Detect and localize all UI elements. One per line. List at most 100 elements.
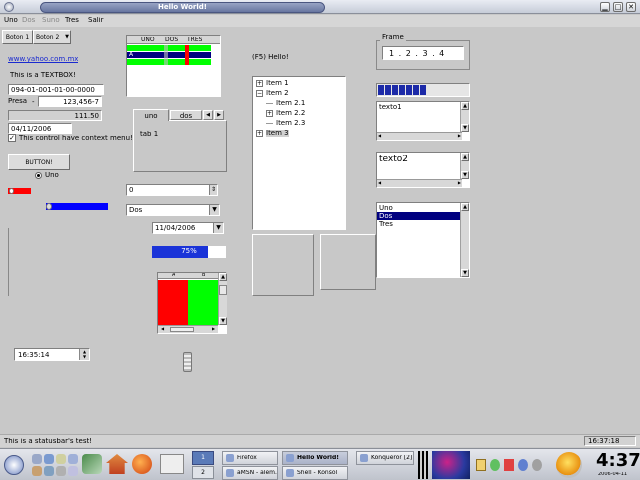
weather-icon[interactable] [556, 452, 582, 478]
tab-dos[interactable]: dos [170, 110, 202, 120]
document-icon[interactable] [160, 454, 184, 474]
minimize-button[interactable]: ▁ [600, 2, 610, 12]
masked-input[interactable]: 094-01-001-01-00-0000 [8, 84, 104, 95]
frame-value-field[interactable]: 1 . 2 . 3 . 4 [382, 46, 464, 60]
text1-vscroll[interactable]: ▲ ▼ [460, 102, 469, 132]
desktop-icon[interactable] [32, 454, 42, 464]
color-grid-header-b[interactable]: B [202, 273, 205, 278]
red-slider[interactable] [8, 188, 31, 194]
chevron-down-icon[interactable]: ▼ [209, 205, 219, 215]
time-spinner[interactable]: 16:35:14 ▲ ▼ [14, 348, 90, 361]
volume-icon[interactable] [518, 459, 528, 471]
menu-tres[interactable]: Tres [65, 17, 79, 24]
edit-icon[interactable] [82, 454, 102, 474]
taskbar-task[interactable]: Konqueror [2] [356, 451, 414, 465]
data-grid[interactable]: UNO DOS TRES A [126, 35, 221, 97]
scroll-up-icon[interactable]: ▲ [461, 203, 469, 211]
tree-item[interactable]: + Item 3 [256, 129, 289, 138]
folder-icon[interactable] [44, 454, 54, 464]
context-checkbox[interactable]: ✓ [8, 134, 16, 142]
color-grid-scrollbar[interactable]: ▲ ▼ [218, 273, 227, 325]
scroll-down-icon[interactable]: ▼ [219, 317, 227, 325]
date-field[interactable]: 04/11/2006 [8, 123, 72, 134]
tab-scroll-right-icon[interactable]: ▶ [214, 110, 224, 120]
presa-input[interactable]: 123,456-7 [38, 96, 102, 107]
expand-icon[interactable]: + [256, 80, 263, 87]
text2-vscroll[interactable]: ▲ ▼ [460, 153, 469, 179]
boton2-button[interactable]: Boton 2 ▼ [33, 30, 71, 44]
spin-box-arrows-icon[interactable]: ⇕ [209, 185, 217, 195]
blue-slider-handle[interactable] [46, 203, 52, 210]
scroll-right-icon[interactable]: ▶ [210, 326, 217, 333]
tree-item[interactable]: + Item 2.2 [266, 109, 305, 118]
yahoo-link[interactable]: www.yahoo.com.mx [8, 56, 78, 63]
list-item[interactable]: Dos [377, 212, 461, 220]
maximize-button[interactable]: □ [613, 2, 623, 12]
menu-dos[interactable]: Dos [22, 17, 35, 24]
color-grid[interactable]: A B ▲ ▼ ◀ ▶ [157, 272, 227, 334]
amsn-icon[interactable] [490, 459, 500, 471]
listbox-scrollbar[interactable]: ▲ ▼ [460, 203, 469, 277]
tree-item[interactable]: − Item 2 [256, 89, 289, 98]
scroll-down-icon[interactable]: ▼ [461, 171, 469, 179]
tree-item[interactable]: Item 2.3 [266, 119, 305, 128]
menu-salir[interactable]: Salir [88, 17, 104, 24]
table-row[interactable]: A [127, 52, 211, 58]
text1-area[interactable]: texto1 ▲ ▼ ◀ ▶ [376, 101, 470, 141]
firefox-icon[interactable] [132, 454, 152, 474]
amount-field[interactable]: 111.50 [8, 110, 102, 121]
clock-time[interactable]: 4:37 [596, 452, 640, 470]
color-grid-header-a[interactable]: A [172, 273, 175, 278]
tree-item[interactable]: + Item 1 [256, 79, 289, 88]
scroll-left-icon[interactable]: ◀ [159, 326, 166, 333]
date-picker[interactable]: 11/04/2006 ▼ [152, 222, 224, 234]
grid-header-uno[interactable]: UNO [141, 37, 155, 43]
hscroll-thumb[interactable] [170, 327, 194, 332]
tree-item[interactable]: Item 2.1 [266, 99, 305, 108]
radio-uno[interactable] [35, 172, 42, 179]
scroll-thumb[interactable] [219, 285, 227, 295]
scroll-up-icon[interactable]: ▲ [461, 153, 469, 161]
tab-scroll-left-icon[interactable]: ◀ [203, 110, 213, 120]
battery-icon[interactable] [504, 459, 514, 471]
menu-uno[interactable]: Uno [4, 17, 18, 24]
scroll-down-icon[interactable]: ▼ [461, 124, 469, 132]
taskbar-task[interactable]: Firefox [222, 451, 278, 465]
table-row[interactable] [127, 45, 211, 51]
spin-down-icon[interactable]: ▼ [80, 354, 89, 359]
list-item[interactable]: Uno [377, 204, 461, 212]
mail-icon[interactable] [32, 466, 42, 476]
red-column[interactable] [158, 280, 188, 325]
grid-header-tres[interactable]: TRES [187, 37, 202, 43]
tree-view[interactable]: + Item 1− Item 2 Item 2.1 + Item 2.2 Item 2.3 +… [252, 76, 346, 230]
spin-box[interactable]: 0 ⇕ [126, 184, 218, 196]
scroll-up-icon[interactable]: ▲ [219, 273, 227, 281]
table-row[interactable] [127, 59, 211, 65]
klipper-icon[interactable] [476, 459, 486, 471]
terminal-icon[interactable] [68, 454, 78, 464]
color-grid-hscrollbar[interactable]: ◀ ▶ [158, 325, 218, 333]
blue-slider[interactable] [46, 203, 108, 210]
scroll-left-icon[interactable]: ◀ [378, 180, 381, 185]
menu-suno[interactable]: Suno [42, 17, 60, 24]
tab-uno[interactable]: uno [133, 109, 169, 121]
close-button[interactable]: ✕ [626, 2, 636, 12]
scroll-right-icon[interactable]: ▶ [458, 133, 461, 138]
taskbar-task[interactable]: Shell - Konsol [282, 466, 348, 480]
home-icon[interactable] [106, 454, 128, 474]
chevron-down-icon[interactable]: ▼ [213, 223, 223, 233]
network-icon[interactable] [44, 466, 54, 476]
collapse-icon[interactable]: − [256, 90, 263, 97]
kde-menu-icon[interactable] [4, 455, 24, 475]
grid-header-dos[interactable]: DOS [165, 37, 178, 43]
combo-box[interactable]: Dos ▼ [126, 204, 220, 216]
list-item[interactable]: Tres [377, 220, 461, 228]
expand-icon[interactable]: + [256, 130, 263, 137]
scroll-down-icon[interactable]: ▼ [461, 269, 469, 277]
trash-icon[interactable] [56, 466, 66, 476]
main-button[interactable]: BUTTON! [8, 154, 70, 170]
boton1-button[interactable]: Boton 1 [2, 30, 33, 44]
text2-hscroll[interactable]: ◀ ▶ [377, 179, 462, 187]
taskbar-task[interactable]: aMSN - alem... [222, 466, 278, 480]
expand-icon[interactable]: + [266, 110, 273, 117]
